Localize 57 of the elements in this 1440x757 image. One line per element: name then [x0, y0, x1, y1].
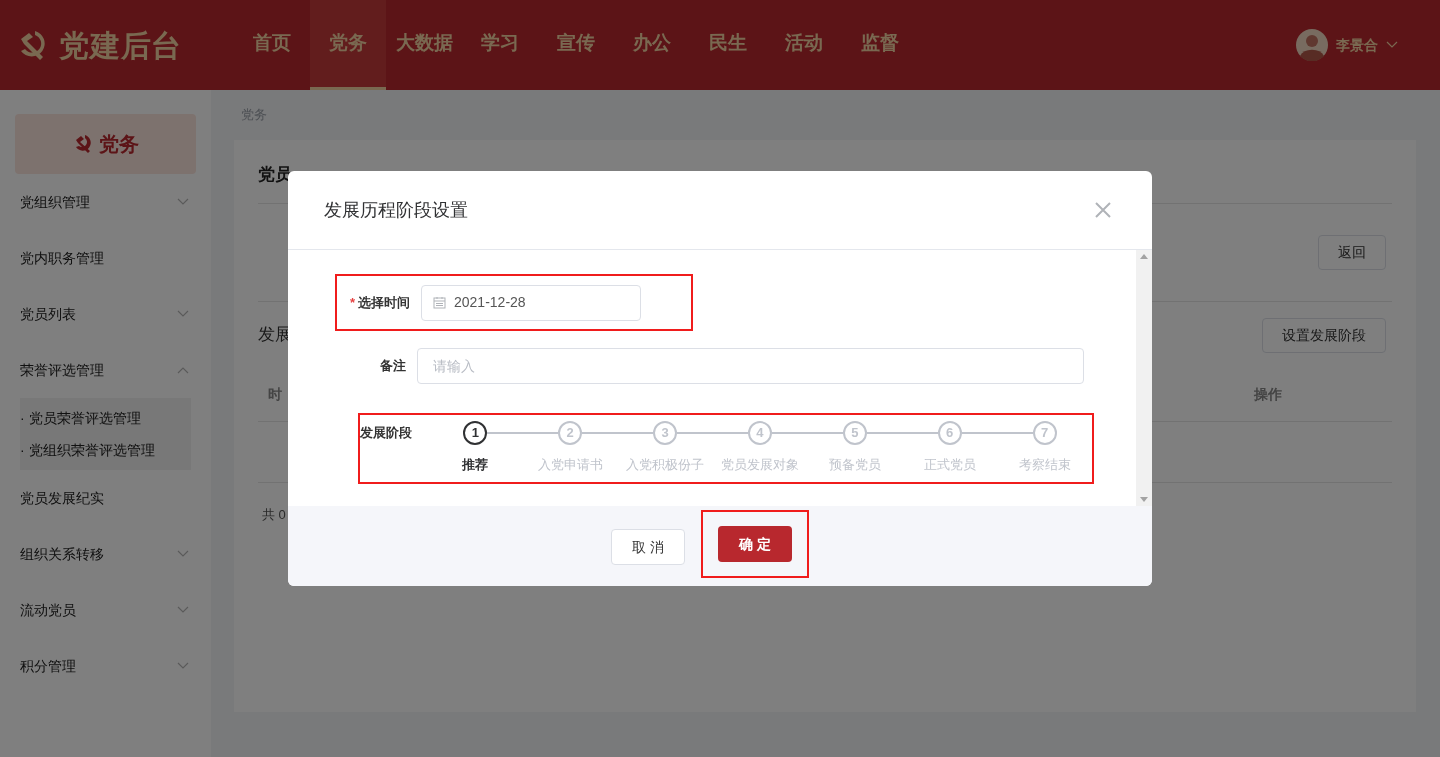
- column-header: 时: [268, 385, 282, 404]
- submenu-item[interactable]: · 党组织荣誉评选管理: [20, 434, 191, 466]
- step-label: 推荐: [462, 456, 489, 474]
- close-icon: [1094, 201, 1112, 219]
- banner-title: 党务: [98, 132, 139, 157]
- field-label: 发展阶段: [360, 424, 413, 442]
- step-label: 党员发展对象: [720, 456, 799, 474]
- confirm-button[interactable]: 确 定: [718, 526, 792, 562]
- step-number[interactable]: 3: [653, 421, 678, 445]
- sidebar-item[interactable]: 党内职务管理: [0, 230, 211, 286]
- nav-tab[interactable]: 活动: [766, 0, 842, 90]
- nav-tab[interactable]: 监督: [842, 0, 918, 90]
- nav-tab[interactable]: 党务: [310, 0, 386, 90]
- step-label: 正式党员: [923, 456, 976, 474]
- step-number[interactable]: 2: [558, 421, 583, 445]
- nav-tab[interactable]: 宣传: [538, 0, 614, 90]
- back-button[interactable]: 返回: [1318, 235, 1386, 270]
- sidebar-item[interactable]: 党组织管理: [0, 174, 211, 230]
- submenu-item[interactable]: · 党员荣誉评选管理: [20, 402, 191, 434]
- step-number[interactable]: 4: [747, 421, 772, 445]
- chevron-down-icon: [1386, 41, 1398, 49]
- step-number[interactable]: 5: [842, 421, 867, 445]
- field-label: 备注: [379, 357, 407, 376]
- required-mark: *: [349, 294, 355, 310]
- step-label: 入党申请书: [537, 456, 603, 474]
- cancel-button[interactable]: 取 消: [611, 529, 685, 565]
- sidebar-item[interactable]: 党员发展纪实: [0, 470, 211, 526]
- nav-tab[interactable]: 学习: [462, 0, 538, 90]
- field-label: 选择时间: [358, 294, 410, 310]
- calendar-icon: [433, 296, 446, 309]
- avatar-icon: [1296, 29, 1328, 61]
- scroll-up-icon: [1140, 254, 1148, 259]
- nav-tab[interactable]: 办公: [614, 0, 690, 90]
- app-title: 党建后台: [59, 27, 182, 64]
- set-stage-button[interactable]: 设置发展阶段: [1262, 317, 1386, 353]
- step-number[interactable]: 1: [463, 421, 488, 445]
- step-label: 考察结束: [1018, 456, 1071, 474]
- sidebar-item[interactable]: 荣誉评选管理: [0, 342, 211, 398]
- sidebar-item[interactable]: 积分管理: [0, 638, 211, 694]
- step-number[interactable]: 6: [937, 421, 962, 445]
- step-number[interactable]: 7: [1032, 421, 1057, 445]
- close-button[interactable]: [1094, 201, 1112, 219]
- nav-tab[interactable]: 民生: [690, 0, 766, 90]
- step-label: 预备党员: [828, 456, 881, 474]
- note-field[interactable]: 请输入: [417, 348, 1084, 384]
- date-field[interactable]: 2021-12-28: [421, 284, 641, 321]
- nav-tab[interactable]: 大数据: [386, 0, 462, 90]
- scrollbar[interactable]: [1136, 250, 1152, 506]
- sidebar-item[interactable]: 流动党员: [0, 582, 211, 638]
- sidebar-item[interactable]: 组织关系转移: [0, 526, 211, 582]
- user-name[interactable]: 李景合: [1336, 34, 1378, 56]
- scroll-down-icon: [1140, 497, 1148, 502]
- sidebar-item[interactable]: 党员列表: [0, 286, 211, 342]
- column-header: 操作: [1254, 385, 1282, 404]
- step-label: 入党积极份子: [626, 456, 705, 474]
- nav-tab[interactable]: 首页: [234, 0, 310, 90]
- pagination-total: 共 0: [262, 506, 286, 525]
